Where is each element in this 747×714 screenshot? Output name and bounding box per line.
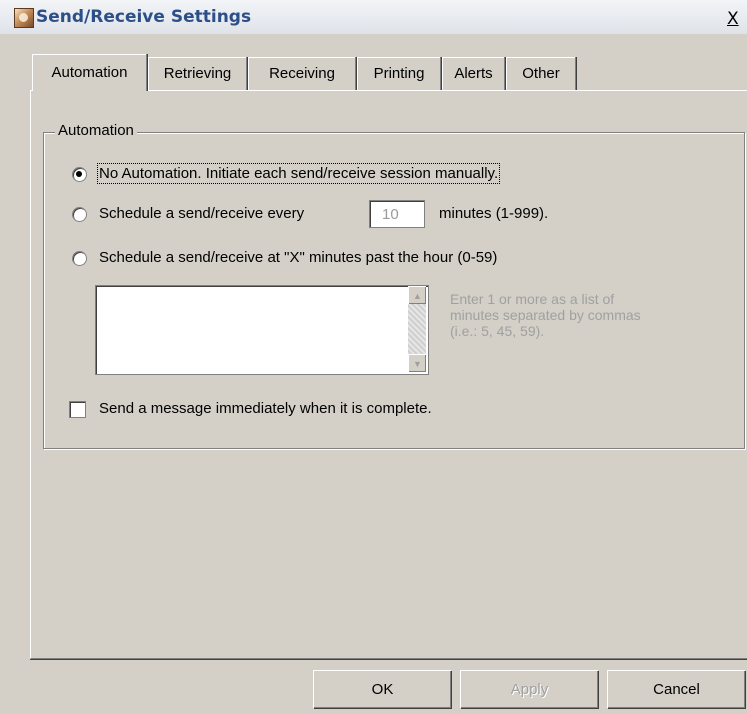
minutes-range-label: minutes (1-999). (439, 205, 549, 222)
minutes-interval-input[interactable]: 10 (369, 200, 425, 228)
send-immediately-checkbox[interactable] (69, 401, 86, 418)
schedule-past-hour-radio[interactable] (72, 251, 87, 266)
tab-automation[interactable]: Automation (32, 54, 146, 91)
title-bar: Send/Receive Settings X (0, 0, 747, 34)
schedule-past-hour-label[interactable]: Schedule a send/receive at "X" minutes p… (99, 249, 497, 266)
tab-receiving[interactable]: Receiving (248, 57, 355, 90)
window-title: Send/Receive Settings (36, 7, 252, 27)
automation-group-title: Automation (55, 122, 137, 139)
ok-button[interactable]: OK (313, 670, 451, 708)
tab-alerts[interactable]: Alerts (442, 57, 504, 90)
radio-selected-dot (76, 171, 82, 177)
close-button[interactable]: X (727, 9, 747, 29)
scroll-down-icon[interactable]: ▼ (408, 354, 426, 372)
tab-printing[interactable]: Printing (357, 57, 440, 90)
apply-button[interactable]: Apply (460, 670, 598, 708)
no-automation-radio[interactable] (72, 167, 87, 182)
send-immediately-label[interactable]: Send a message immediately when it is co… (99, 400, 432, 417)
scroll-up-icon[interactable]: ▲ (408, 286, 426, 304)
minutes-list-textarea[interactable] (95, 285, 429, 375)
schedule-every-radio[interactable] (72, 207, 87, 222)
schedule-every-label[interactable]: Schedule a send/receive every (99, 205, 304, 222)
tab-other[interactable]: Other (506, 57, 575, 90)
tab-retrieving[interactable]: Retrieving (148, 57, 246, 90)
no-automation-label[interactable]: No Automation. Initiate each send/receiv… (96, 163, 501, 184)
cancel-button[interactable]: Cancel (607, 670, 745, 708)
minutes-list-scrollbar[interactable]: ▲ ▼ (408, 286, 426, 372)
minutes-hint: Enter 1 or more as a list of minutes sep… (450, 291, 641, 339)
app-icon (14, 8, 34, 28)
